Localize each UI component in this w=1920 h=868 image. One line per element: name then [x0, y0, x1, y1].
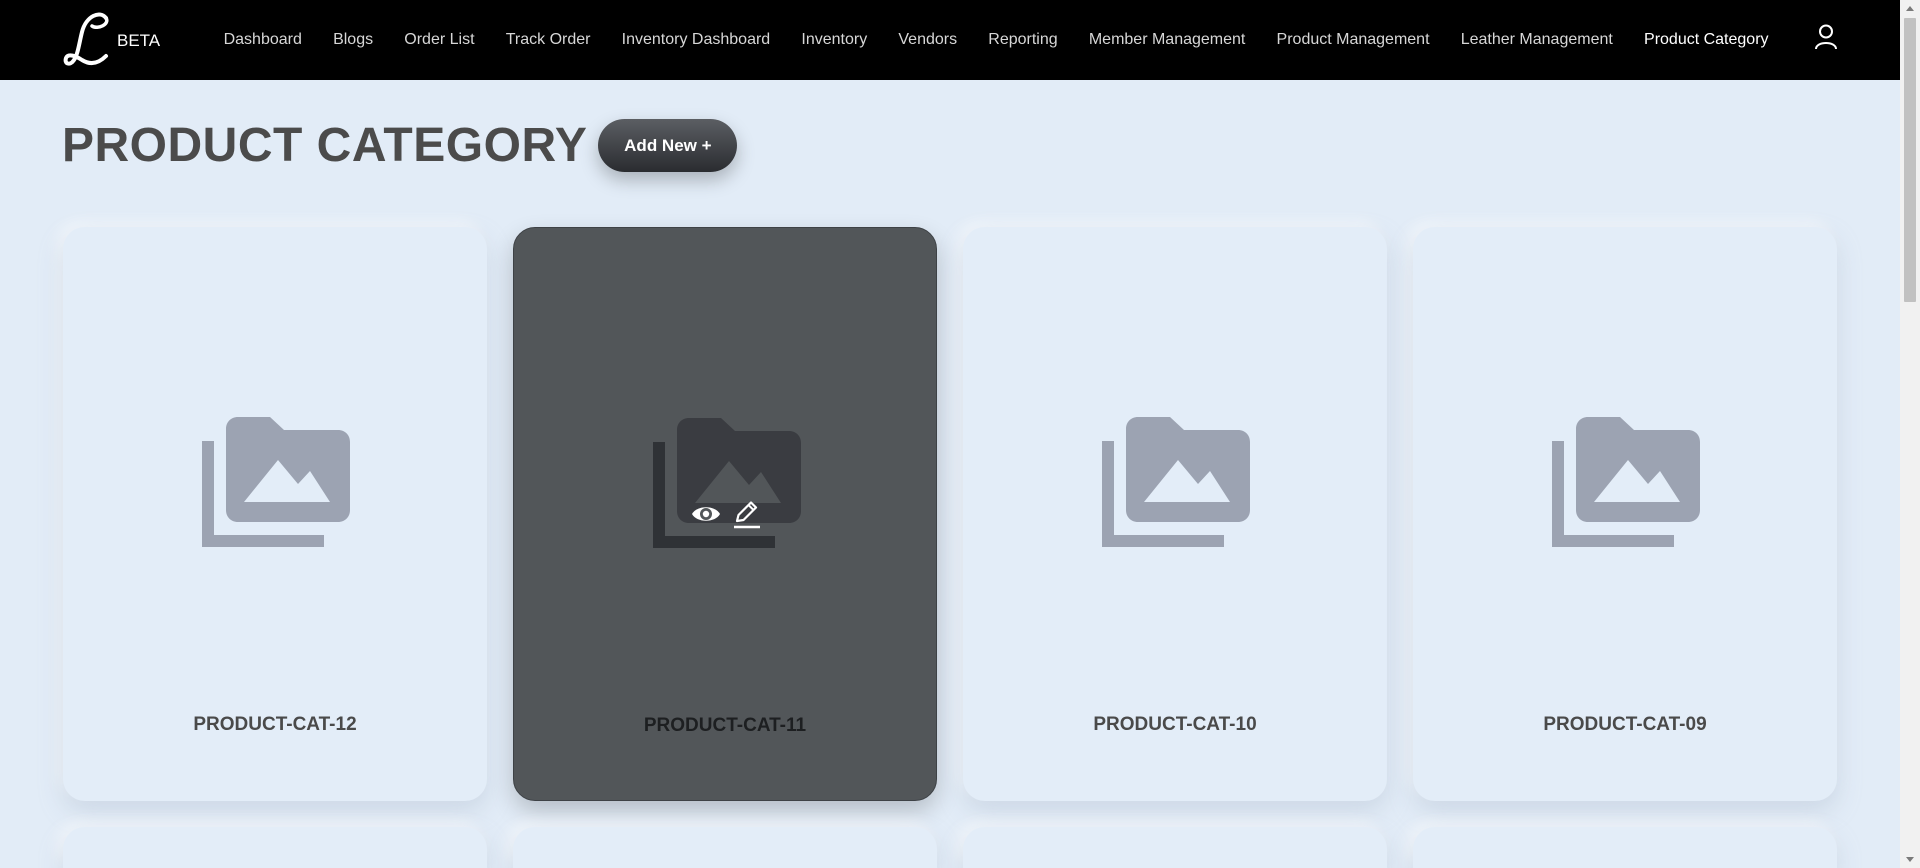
- category-card[interactable]: PRODUCT-CAT-10: [963, 227, 1387, 801]
- nav-links: Dashboard Blogs Order List Track Order I…: [208, 0, 1784, 80]
- scroll-thumb[interactable]: [1904, 18, 1916, 302]
- category-card[interactable]: PRODUCT-CAT-11: [513, 227, 937, 801]
- vertical-scrollbar[interactable]: [1900, 0, 1920, 868]
- image-folder-icon: [1552, 417, 1700, 547]
- image-folder-icon: [1102, 417, 1250, 547]
- user-icon[interactable]: [1814, 24, 1838, 50]
- brand[interactable]: BETA: [62, 12, 160, 68]
- nav-item-product-category[interactable]: Product Category: [1644, 31, 1769, 49]
- edit-icon[interactable]: [730, 498, 762, 530]
- page-title: PRODUCT CATEGORY: [62, 119, 588, 172]
- nav-item-dashboard[interactable]: Dashboard: [224, 31, 302, 49]
- top-navbar: BETA Dashboard Blogs Order List Track Or…: [0, 0, 1900, 80]
- nav-item-inventory[interactable]: Inventory: [801, 31, 867, 49]
- nav-item-reporting[interactable]: Reporting: [988, 31, 1057, 49]
- nav-item-inventory-dashboard[interactable]: Inventory Dashboard: [622, 31, 771, 49]
- card-label: PRODUCT-CAT-10: [1093, 714, 1257, 735]
- nav-item-vendors[interactable]: Vendors: [898, 31, 957, 49]
- category-card[interactable]: [963, 827, 1387, 868]
- nav-item-product-management[interactable]: Product Management: [1277, 31, 1430, 49]
- add-new-button[interactable]: Add New +: [598, 119, 738, 172]
- image-folder-icon: [202, 417, 350, 547]
- category-card[interactable]: PRODUCT-CAT-09: [1413, 227, 1837, 801]
- card-label: PRODUCT-CAT-11: [643, 715, 807, 736]
- nav-item-member-management[interactable]: Member Management: [1089, 31, 1246, 49]
- scroll-up-arrow-icon[interactable]: [1906, 6, 1914, 11]
- page-header: PRODUCT CATEGORY Add New +: [62, 118, 738, 173]
- view-icon[interactable]: [690, 498, 722, 530]
- card-label: PRODUCT-CAT-12: [193, 714, 357, 735]
- category-card[interactable]: PRODUCT-CAT-12: [63, 227, 487, 801]
- category-card[interactable]: [63, 827, 487, 868]
- category-card[interactable]: [1413, 827, 1837, 868]
- card-actions: [690, 498, 770, 530]
- category-card[interactable]: [513, 827, 937, 868]
- scroll-down-arrow-icon[interactable]: [1906, 857, 1914, 862]
- card-label: PRODUCT-CAT-09: [1543, 714, 1707, 735]
- brand-badge: BETA: [117, 31, 161, 50]
- nav-item-blogs[interactable]: Blogs: [333, 31, 373, 49]
- brand-logo-icon: [63, 12, 109, 66]
- nav-item-order-list[interactable]: Order List: [404, 31, 474, 49]
- nav-item-leather-management[interactable]: Leather Management: [1461, 31, 1613, 49]
- nav-item-track-order[interactable]: Track Order: [506, 31, 591, 49]
